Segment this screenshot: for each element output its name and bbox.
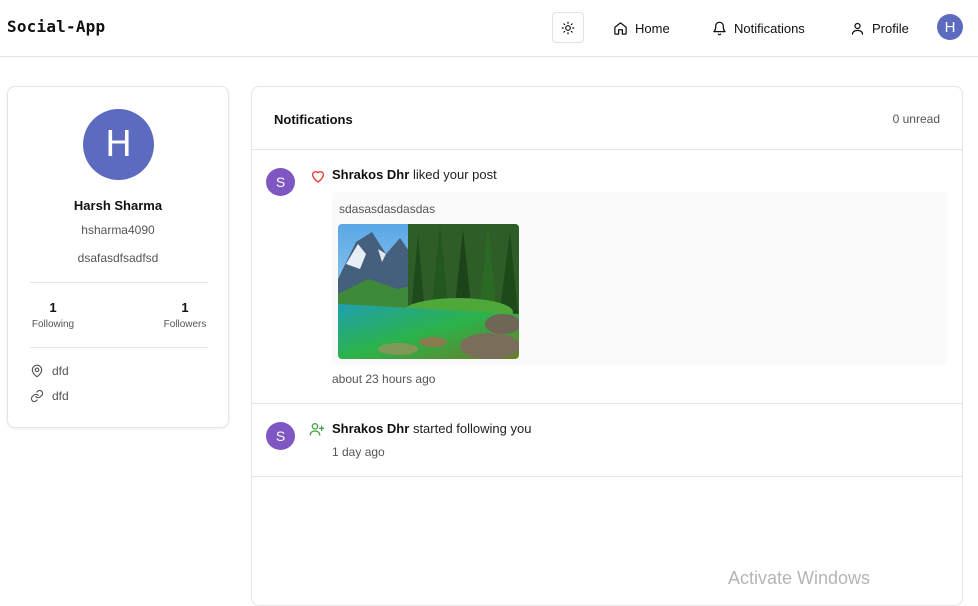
nav-notifications-label: Notifications — [734, 20, 805, 36]
notifications-panel: Notifications 0 unread S Shrakos Dhr lik… — [251, 86, 963, 606]
profile-divider — [30, 347, 208, 348]
profile-bio: dsafasdfsadfsd — [77, 251, 159, 265]
brand-logo[interactable]: Social-App — [7, 17, 105, 36]
notification-time: about 23 hours ago — [332, 372, 436, 386]
post-preview[interactable]: sdasasdasdasdas — [332, 192, 947, 365]
notification-avatar[interactable]: S — [266, 168, 295, 196]
notification-user[interactable]: Shrakos Dhr — [332, 421, 409, 436]
post-preview-image[interactable] — [338, 224, 519, 359]
link-icon — [30, 389, 44, 403]
profile-avatar: H — [83, 109, 154, 180]
top-navbar: Social-App Home Notifications Profile H — [0, 0, 978, 57]
profile-card: H Harsh Sharma hsharma4090 dsafasdfsadfs… — [7, 86, 229, 428]
profile-name: Harsh Sharma — [73, 198, 163, 213]
profile-website-text[interactable]: dfd — [52, 389, 69, 403]
profile-website[interactable]: dfd — [30, 389, 69, 403]
notification-time: 1 day ago — [332, 445, 385, 459]
home-icon — [614, 21, 627, 35]
nav-home-link[interactable]: Home — [613, 18, 670, 38]
user-icon — [851, 22, 864, 35]
notification-text: Shrakos Dhr liked your post — [332, 167, 497, 182]
notification-divider — [252, 476, 962, 477]
heart-icon — [312, 171, 324, 183]
nav-profile-link[interactable]: Profile — [850, 18, 909, 38]
profile-username: hsharma4090 — [81, 223, 155, 237]
nav-notifications-link[interactable]: Notifications — [712, 18, 805, 38]
post-preview-text: sdasasdasdasdas — [339, 202, 436, 216]
map-pin-icon — [31, 364, 43, 378]
profile-location-text: dfd — [52, 364, 69, 378]
os-activation-watermark: Activate Windows — [728, 568, 871, 588]
user-plus-icon — [309, 423, 325, 436]
notifications-title: Notifications — [274, 112, 353, 127]
panel-divider — [252, 149, 962, 150]
notification-user[interactable]: Shrakos Dhr — [332, 167, 409, 182]
notification-action: liked your post — [412, 167, 497, 182]
following-stat[interactable]: 1 Following — [30, 300, 76, 330]
notification-avatar[interactable]: S — [266, 422, 295, 450]
sun-icon — [561, 21, 575, 34]
followers-label: Followers — [163, 319, 207, 330]
notification-action: started following you — [412, 421, 532, 436]
theme-toggle-button[interactable] — [552, 12, 584, 43]
mountain-lake-photo — [338, 224, 519, 359]
nav-profile-label: Profile — [872, 20, 909, 36]
followers-stat[interactable]: 1 Followers — [161, 300, 209, 330]
nav-home-label: Home — [635, 20, 670, 36]
followers-count: 1 — [181, 300, 189, 315]
nav-user-avatar[interactable]: H — [937, 14, 963, 40]
notification-text: Shrakos Dhr started following you — [332, 421, 531, 436]
following-label: Following — [31, 319, 75, 330]
profile-location: dfd — [30, 364, 69, 378]
notification-divider — [252, 403, 962, 404]
bell-icon — [713, 21, 726, 35]
unread-count: 0 unread — [892, 112, 940, 126]
profile-divider — [30, 282, 208, 283]
following-count: 1 — [49, 300, 57, 315]
